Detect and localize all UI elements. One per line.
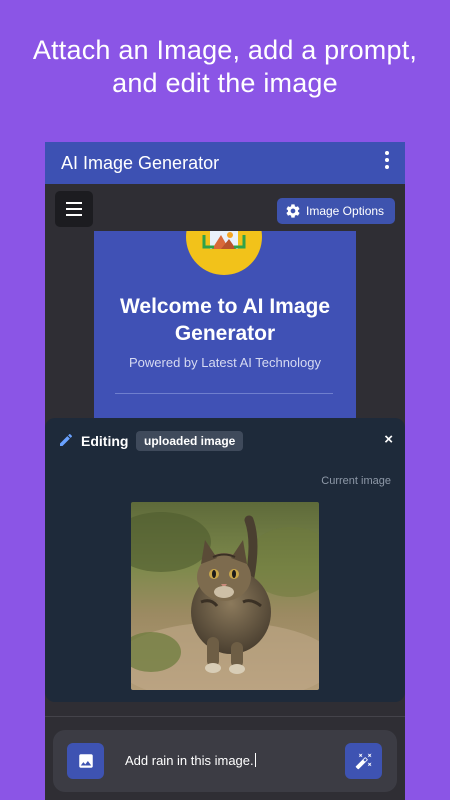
attach-image-button[interactable] [67,743,104,779]
image-options-button[interactable]: Image Options [277,198,395,224]
source-badge: uploaded image [136,431,244,451]
cat-photo [131,502,319,690]
more-vert-icon[interactable] [383,151,391,171]
divider [45,716,405,717]
hamburger-menu-icon[interactable] [55,191,93,227]
text-caret [254,753,256,767]
welcome-subtitle: Powered by Latest AI Technology [129,355,321,370]
app-bar: AI Image Generator [45,142,405,184]
editing-heading: Editing [81,433,129,449]
gear-icon [286,204,300,218]
promo-line-1: Attach an Image, add a prompt, [32,35,418,65]
promo-headline: Attach an Image, add a prompt, and edit … [0,34,450,100]
prompt-bar: Add rain in this image. [53,730,397,792]
prompt-input-value: Add rain in this image. [125,753,254,768]
generate-button[interactable] [345,743,382,779]
close-button[interactable]: × [384,432,393,448]
image-icon [79,754,93,768]
prompt-input[interactable]: Add rain in this image. [125,752,256,770]
image-options-label: Image Options [306,204,385,218]
app-title: AI Image Generator [61,153,220,173]
editing-panel: Editing uploaded image × Current image [45,418,405,702]
current-image [131,502,319,690]
app-logo [186,231,262,275]
current-image-label: Current image [321,475,391,487]
welcome-card: Welcome to AI Image Generator Powered by… [94,231,356,421]
pencil-icon [60,433,73,446]
phone-screen: AI Image Generator Image Options Welcome… [45,142,405,800]
welcome-title: Welcome to AI Image Generator [119,295,331,345]
promo-line-2: and edit the image [112,68,338,98]
magic-wand-icon [355,753,372,770]
divider [115,393,333,394]
image-frame-icon [202,231,246,249]
